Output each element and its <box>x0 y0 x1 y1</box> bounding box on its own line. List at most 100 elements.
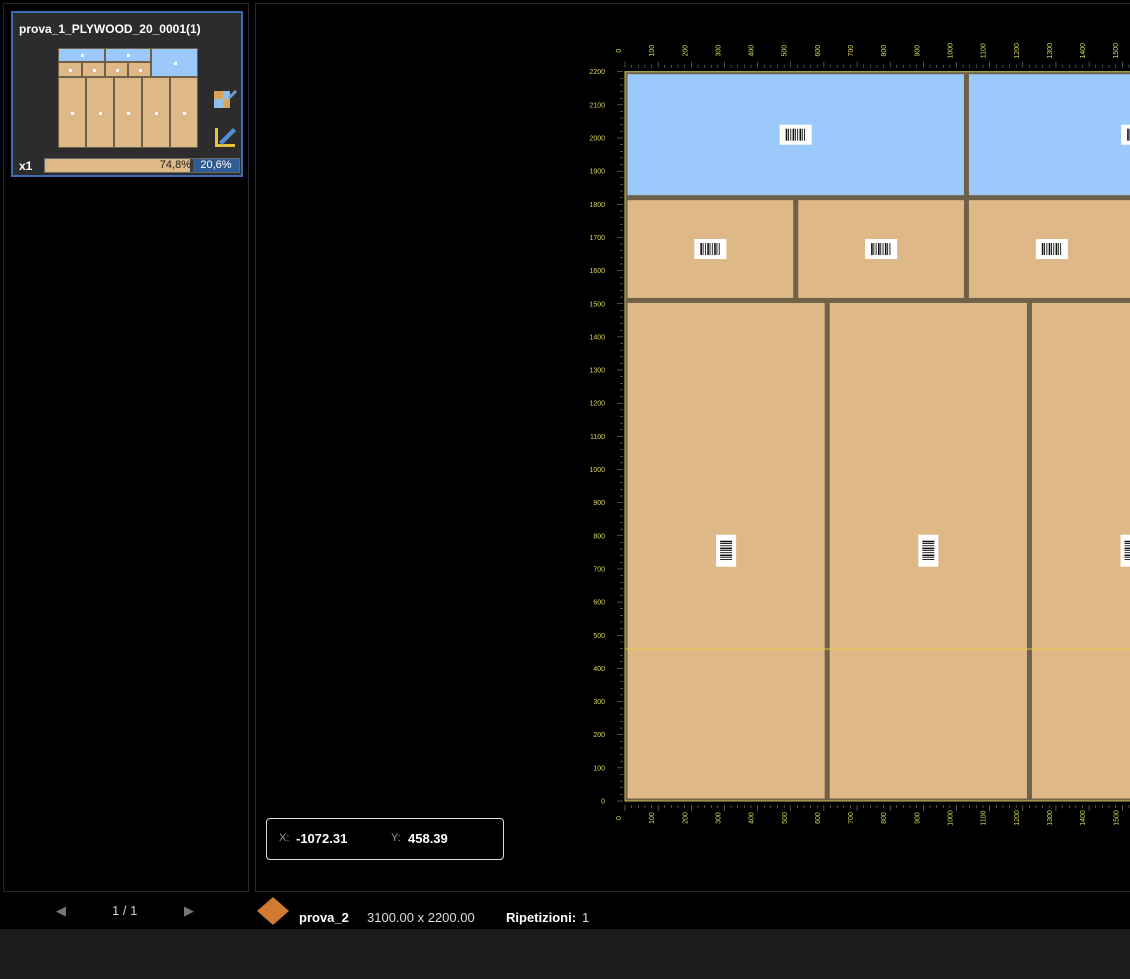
x-tick-label: 400 <box>749 45 756 57</box>
x-tick-label: 200 <box>682 45 689 57</box>
barcode-bar <box>785 128 788 141</box>
x-tick-label: 1000 <box>948 810 955 826</box>
thumb-part <box>105 62 128 77</box>
barcode-bar <box>882 243 884 256</box>
part-tan[interactable] <box>1031 302 1130 799</box>
thumb-part <box>105 48 151 62</box>
barcode-bar <box>922 554 935 557</box>
previous-page-button[interactable]: ◀ <box>56 903 66 919</box>
y-tick-label: 2200 <box>589 69 605 76</box>
barcode-bar <box>1124 540 1130 543</box>
y-tick-label: 200 <box>593 732 605 739</box>
x-tick-label: 1300 <box>1047 810 1054 826</box>
barcode-bar <box>707 243 709 256</box>
barcode-bar <box>922 540 935 543</box>
x-tick-label: 700 <box>848 812 855 824</box>
x-tick-label: 1300 <box>1047 43 1054 59</box>
barcode-bar <box>922 547 935 550</box>
barcode-bar <box>714 243 716 256</box>
x-tick-label: 1500 <box>1113 43 1120 59</box>
thumb-part <box>170 77 198 148</box>
y-tick-label: 900 <box>593 500 605 507</box>
barcode-bar <box>718 243 720 256</box>
x-tick-label: 1100 <box>981 810 988 825</box>
y-tick-label: 800 <box>593 533 605 540</box>
usage-bar: 74,8% 20,6% <box>44 158 240 173</box>
barcode-bar <box>788 128 789 141</box>
x-tick-label: 100 <box>649 45 656 57</box>
barcode-bar <box>709 243 711 256</box>
barcode-bar <box>799 128 802 141</box>
edit-parts-icon[interactable] <box>213 87 237 111</box>
thumb-part <box>142 77 170 148</box>
cursor-coordinates: X: -1072.31 Y: 458.39 <box>266 818 504 860</box>
y-tick-label: 1600 <box>589 268 605 275</box>
barcode-bar <box>716 243 718 256</box>
waste-percent: 20,6% <box>193 159 239 172</box>
barcode-bar <box>880 243 882 256</box>
x-tick-label: 500 <box>782 812 789 824</box>
y-tick-label: 1800 <box>589 202 605 209</box>
x-coordinate-label: X: <box>279 832 290 844</box>
repetitions-value: 1 <box>582 910 590 925</box>
bottom-strip <box>0 929 1130 979</box>
barcode-bar <box>922 545 935 547</box>
x-tick-label: 600 <box>815 812 822 824</box>
thumb-part <box>82 62 105 77</box>
x-tick-label: 300 <box>715 45 722 57</box>
y-tick-label: 300 <box>593 699 605 706</box>
barcode-bar <box>720 545 733 547</box>
measure-tool-icon[interactable] <box>213 125 237 149</box>
thumb-part <box>58 77 86 148</box>
barcode-bar <box>922 552 935 554</box>
y-tick-label: 1500 <box>589 301 605 308</box>
part-blue[interactable] <box>968 74 1130 196</box>
y-tick-label: 1700 <box>589 235 605 242</box>
y-tick-label: 0 <box>601 799 605 806</box>
x-tick-label: 900 <box>914 812 921 824</box>
y-tick-label: 1300 <box>589 368 605 375</box>
thumb-part <box>151 48 198 77</box>
barcode-bar <box>922 556 935 558</box>
x-tick-label: 1000 <box>948 43 955 59</box>
thumb-part <box>58 48 105 62</box>
sheet-thumbnail[interactable] <box>58 48 198 148</box>
x-tick-label: 1500 <box>1113 810 1120 826</box>
usage-percent: 74,8% <box>159 159 191 171</box>
next-page-button[interactable]: ▶ <box>184 903 194 919</box>
y-tick-label: 1200 <box>589 401 605 408</box>
barcode-bar <box>1124 547 1130 550</box>
sheet-card-title: prova_1_PLYWOOD_20_0001(1) <box>19 22 201 36</box>
barcode-bar <box>1124 556 1130 558</box>
sheet-quantity: x1 <box>19 159 33 173</box>
barcode-bar <box>1044 243 1046 256</box>
barcode-bar <box>720 556 733 558</box>
y-tick-label: 500 <box>593 633 605 640</box>
barcode-bar <box>801 128 803 141</box>
barcode-bar <box>704 243 706 256</box>
barcode-bar <box>877 243 880 256</box>
barcode-bar <box>1124 552 1130 554</box>
thumb-part <box>86 77 114 148</box>
sheet-card[interactable]: prova_1_PLYWOOD_20_0001(1) x1 74,8% 20,6… <box>11 11 243 177</box>
barcode-bar <box>1041 243 1044 256</box>
barcode-bar <box>887 243 889 256</box>
y-tick-label: 2100 <box>589 102 605 109</box>
y-tick-label: 1000 <box>589 467 605 474</box>
cutting-plan-viewport[interactable]: 0 100 200 300 400 500 600 700 800 900 1000 1100 1200… <box>255 3 1130 892</box>
thumb-part <box>58 62 82 77</box>
barcode-bar <box>1048 243 1051 256</box>
y-tick-label: 1400 <box>589 334 605 341</box>
barcode-bar <box>1124 543 1130 544</box>
barcode-bar <box>922 543 935 544</box>
x-tick-label: 600 <box>815 45 822 57</box>
barcode-bar <box>792 128 795 141</box>
barcode-bar <box>794 128 796 141</box>
sheet-list-panel: prova_1_PLYWOOD_20_0001(1) x1 74,8% 20,6… <box>3 3 249 892</box>
barcode-bar <box>871 243 873 256</box>
x-tick-label: 1200 <box>1014 810 1021 826</box>
y-tick-label: 600 <box>593 600 605 607</box>
barcode-bar <box>720 552 733 554</box>
cutting-plan-drawing[interactable]: 0 100 200 300 400 500 600 700 800 900 1000 1100 1200… <box>256 4 1130 892</box>
barcode-bar <box>700 243 702 256</box>
